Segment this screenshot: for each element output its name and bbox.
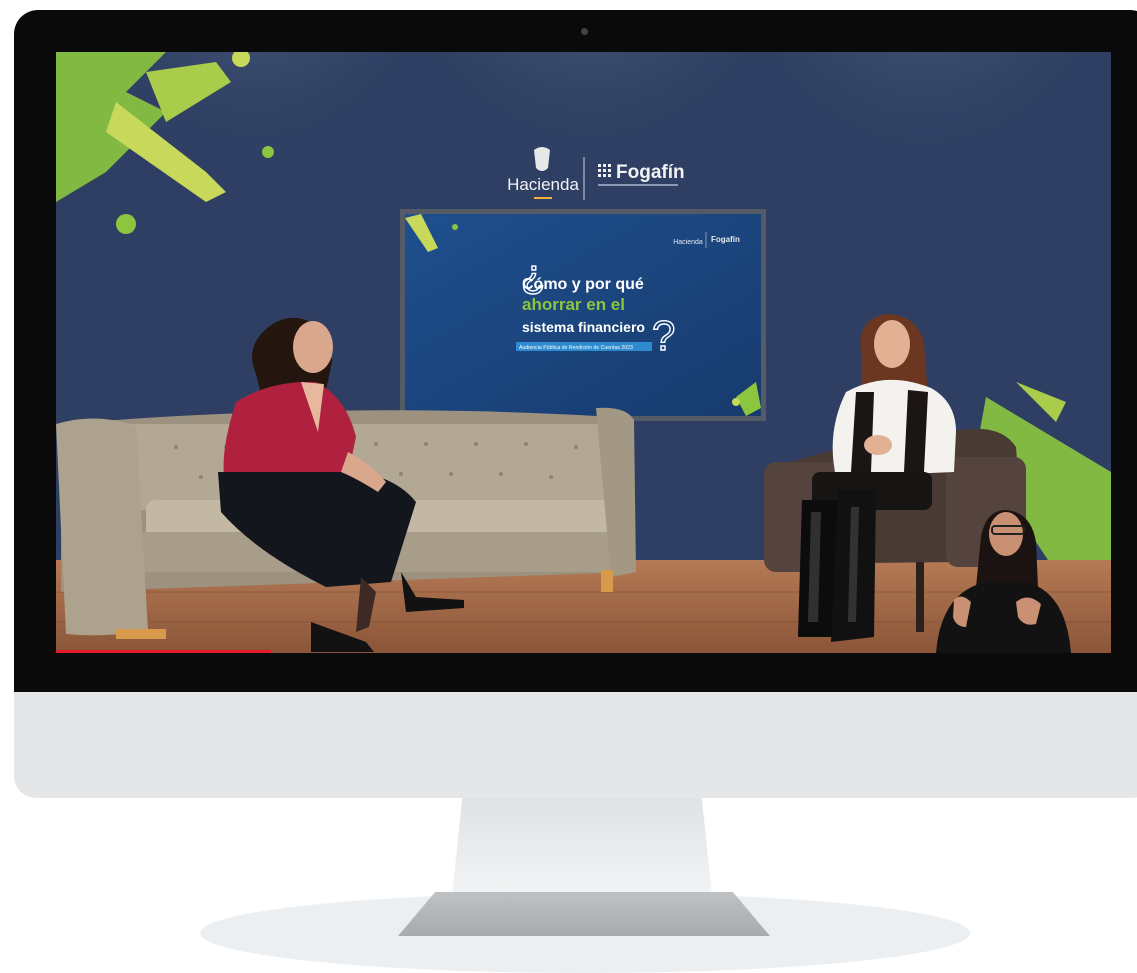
monitor-stand-neck — [452, 796, 712, 896]
face — [293, 321, 333, 373]
video-progress-bar — [56, 650, 271, 653]
video-screen[interactable]: Hacienda Fogafín Hacienda Fogafín ¿ Cómo… — [56, 52, 1111, 653]
tv-screen — [405, 214, 761, 416]
svg-text:Cómo y por qué: Cómo y por qué — [522, 276, 644, 293]
white-blouse — [832, 379, 956, 477]
face — [874, 320, 910, 368]
fogafin-grid-icon — [598, 164, 611, 177]
svg-text:sistema financiero: sistema financiero — [522, 319, 645, 335]
webcam-icon — [581, 28, 588, 35]
clasped-hands — [864, 435, 892, 455]
svg-text:Fogafín: Fogafín — [711, 235, 740, 244]
studio-scene: Hacienda Fogafín Hacienda Fogafín ¿ Cómo… — [56, 52, 1111, 653]
question-mark-close: ? — [652, 312, 675, 359]
svg-text:ahorrar en el: ahorrar en el — [522, 295, 625, 314]
svg-text:Hacienda: Hacienda — [673, 239, 703, 246]
monitor-stand-base — [398, 892, 770, 936]
vest-right — [904, 390, 928, 472]
svg-text:Fogafín: Fogafín — [616, 162, 685, 183]
coat-of-arms-icon — [534, 147, 550, 171]
svg-text:Hacienda: Hacienda — [507, 175, 579, 194]
svg-text:Audiencia Pública de Rendición: Audiencia Pública de Rendición de Cuenta… — [519, 345, 633, 351]
monitor-chin — [14, 690, 1137, 798]
